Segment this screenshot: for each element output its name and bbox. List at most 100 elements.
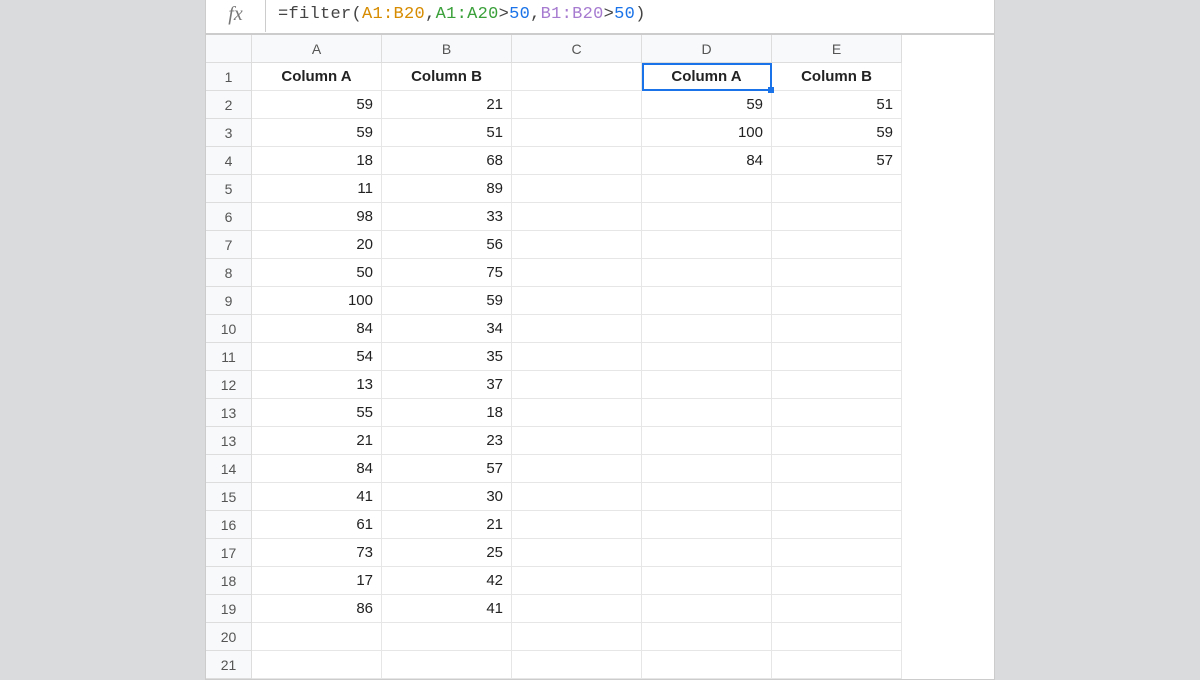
- cell-D4[interactable]: 84: [642, 147, 772, 175]
- cell-B18[interactable]: 25: [382, 539, 512, 567]
- cell-A13[interactable]: 55: [252, 399, 382, 427]
- cell-E21[interactable]: [772, 623, 902, 651]
- fx-icon[interactable]: fx: [206, 0, 266, 32]
- cell-A5[interactable]: 11: [252, 175, 382, 203]
- cell-C5[interactable]: [512, 175, 642, 203]
- cell-A8[interactable]: 50: [252, 259, 382, 287]
- cell-C15[interactable]: [512, 455, 642, 483]
- cell-C8[interactable]: [512, 259, 642, 287]
- cell-B12[interactable]: 37: [382, 371, 512, 399]
- cell-D14[interactable]: [642, 427, 772, 455]
- cell-E18[interactable]: [772, 539, 902, 567]
- cell-D16[interactable]: [642, 483, 772, 511]
- cell-B14[interactable]: 23: [382, 427, 512, 455]
- cell-E10[interactable]: [772, 315, 902, 343]
- cell-B21[interactable]: [382, 623, 512, 651]
- cell-C18[interactable]: [512, 539, 642, 567]
- cell-B7[interactable]: 56: [382, 231, 512, 259]
- cell-C2[interactable]: [512, 91, 642, 119]
- cell-B16[interactable]: 30: [382, 483, 512, 511]
- cell-C10[interactable]: [512, 315, 642, 343]
- cell-A21[interactable]: [252, 623, 382, 651]
- cell-C14[interactable]: [512, 427, 642, 455]
- cell-A11[interactable]: 54: [252, 343, 382, 371]
- cell-A20[interactable]: 86: [252, 595, 382, 623]
- cell-D6[interactable]: [642, 203, 772, 231]
- cell-E13[interactable]: [772, 399, 902, 427]
- cell-C3[interactable]: [512, 119, 642, 147]
- cell-D18[interactable]: [642, 539, 772, 567]
- cell-C4[interactable]: [512, 147, 642, 175]
- cell-D19[interactable]: [642, 567, 772, 595]
- cell-D17[interactable]: [642, 511, 772, 539]
- cell-D11[interactable]: [642, 343, 772, 371]
- cell-E1[interactable]: Column B: [772, 63, 902, 91]
- cell-D5[interactable]: [642, 175, 772, 203]
- row-header-7[interactable]: 7: [206, 231, 252, 259]
- cell-E9[interactable]: [772, 287, 902, 315]
- row-header-13[interactable]: 13: [206, 427, 252, 455]
- cell-A2[interactable]: 59: [252, 91, 382, 119]
- cell-D8[interactable]: [642, 259, 772, 287]
- cell-B13[interactable]: 18: [382, 399, 512, 427]
- cell-E16[interactable]: [772, 483, 902, 511]
- cell-D21[interactable]: [642, 623, 772, 651]
- cell-C21[interactable]: [512, 623, 642, 651]
- row-header-8[interactable]: 8: [206, 259, 252, 287]
- row-header-5[interactable]: 5: [206, 175, 252, 203]
- cell-C11[interactable]: [512, 343, 642, 371]
- cell-E3[interactable]: 59: [772, 119, 902, 147]
- cell-E11[interactable]: [772, 343, 902, 371]
- cell-E17[interactable]: [772, 511, 902, 539]
- cell-D10[interactable]: [642, 315, 772, 343]
- cell-B6[interactable]: 33: [382, 203, 512, 231]
- cell-E8[interactable]: [772, 259, 902, 287]
- cell-A15[interactable]: 84: [252, 455, 382, 483]
- cell-A10[interactable]: 84: [252, 315, 382, 343]
- cell-D9[interactable]: [642, 287, 772, 315]
- cell-A9[interactable]: 100: [252, 287, 382, 315]
- cell-B15[interactable]: 57: [382, 455, 512, 483]
- cell-C13[interactable]: [512, 399, 642, 427]
- cell-C7[interactable]: [512, 231, 642, 259]
- row-header-12[interactable]: 12: [206, 371, 252, 399]
- spreadsheet-grid[interactable]: ABCDE1Column AColumn BColumn AColumn B25…: [206, 34, 994, 679]
- row-header-18[interactable]: 18: [206, 567, 252, 595]
- cell-A4[interactable]: 18: [252, 147, 382, 175]
- cell-B10[interactable]: 34: [382, 315, 512, 343]
- cell-A3[interactable]: 59: [252, 119, 382, 147]
- row-header-4[interactable]: 4: [206, 147, 252, 175]
- row-header-11[interactable]: 11: [206, 343, 252, 371]
- cell-B19[interactable]: 42: [382, 567, 512, 595]
- row-header-20[interactable]: 20: [206, 623, 252, 651]
- cell-E14[interactable]: [772, 427, 902, 455]
- cell-A16[interactable]: 41: [252, 483, 382, 511]
- column-header-C[interactable]: C: [512, 35, 642, 63]
- row-header-19[interactable]: 19: [206, 595, 252, 623]
- cell-A14[interactable]: 21: [252, 427, 382, 455]
- row-header-14[interactable]: 14: [206, 455, 252, 483]
- cell-D2[interactable]: 59: [642, 91, 772, 119]
- cell-B4[interactable]: 68: [382, 147, 512, 175]
- row-header-2[interactable]: 2: [206, 91, 252, 119]
- row-header-1[interactable]: 1: [206, 63, 252, 91]
- cell-E4[interactable]: 57: [772, 147, 902, 175]
- cell-C1[interactable]: [512, 63, 642, 91]
- cell-C16[interactable]: [512, 483, 642, 511]
- cell-C20[interactable]: [512, 595, 642, 623]
- cell-B5[interactable]: 89: [382, 175, 512, 203]
- cell-C12[interactable]: [512, 371, 642, 399]
- cell-B8[interactable]: 75: [382, 259, 512, 287]
- cell-B11[interactable]: 35: [382, 343, 512, 371]
- cell-D7[interactable]: [642, 231, 772, 259]
- cell-A17[interactable]: 61: [252, 511, 382, 539]
- cell-A18[interactable]: 73: [252, 539, 382, 567]
- cell-D1[interactable]: Column A: [642, 63, 772, 91]
- cell-B20[interactable]: 41: [382, 595, 512, 623]
- cell-E6[interactable]: [772, 203, 902, 231]
- row-header-6[interactable]: 6: [206, 203, 252, 231]
- cell-E12[interactable]: [772, 371, 902, 399]
- cell-B17[interactable]: 21: [382, 511, 512, 539]
- cell-B3[interactable]: 51: [382, 119, 512, 147]
- cell-E7[interactable]: [772, 231, 902, 259]
